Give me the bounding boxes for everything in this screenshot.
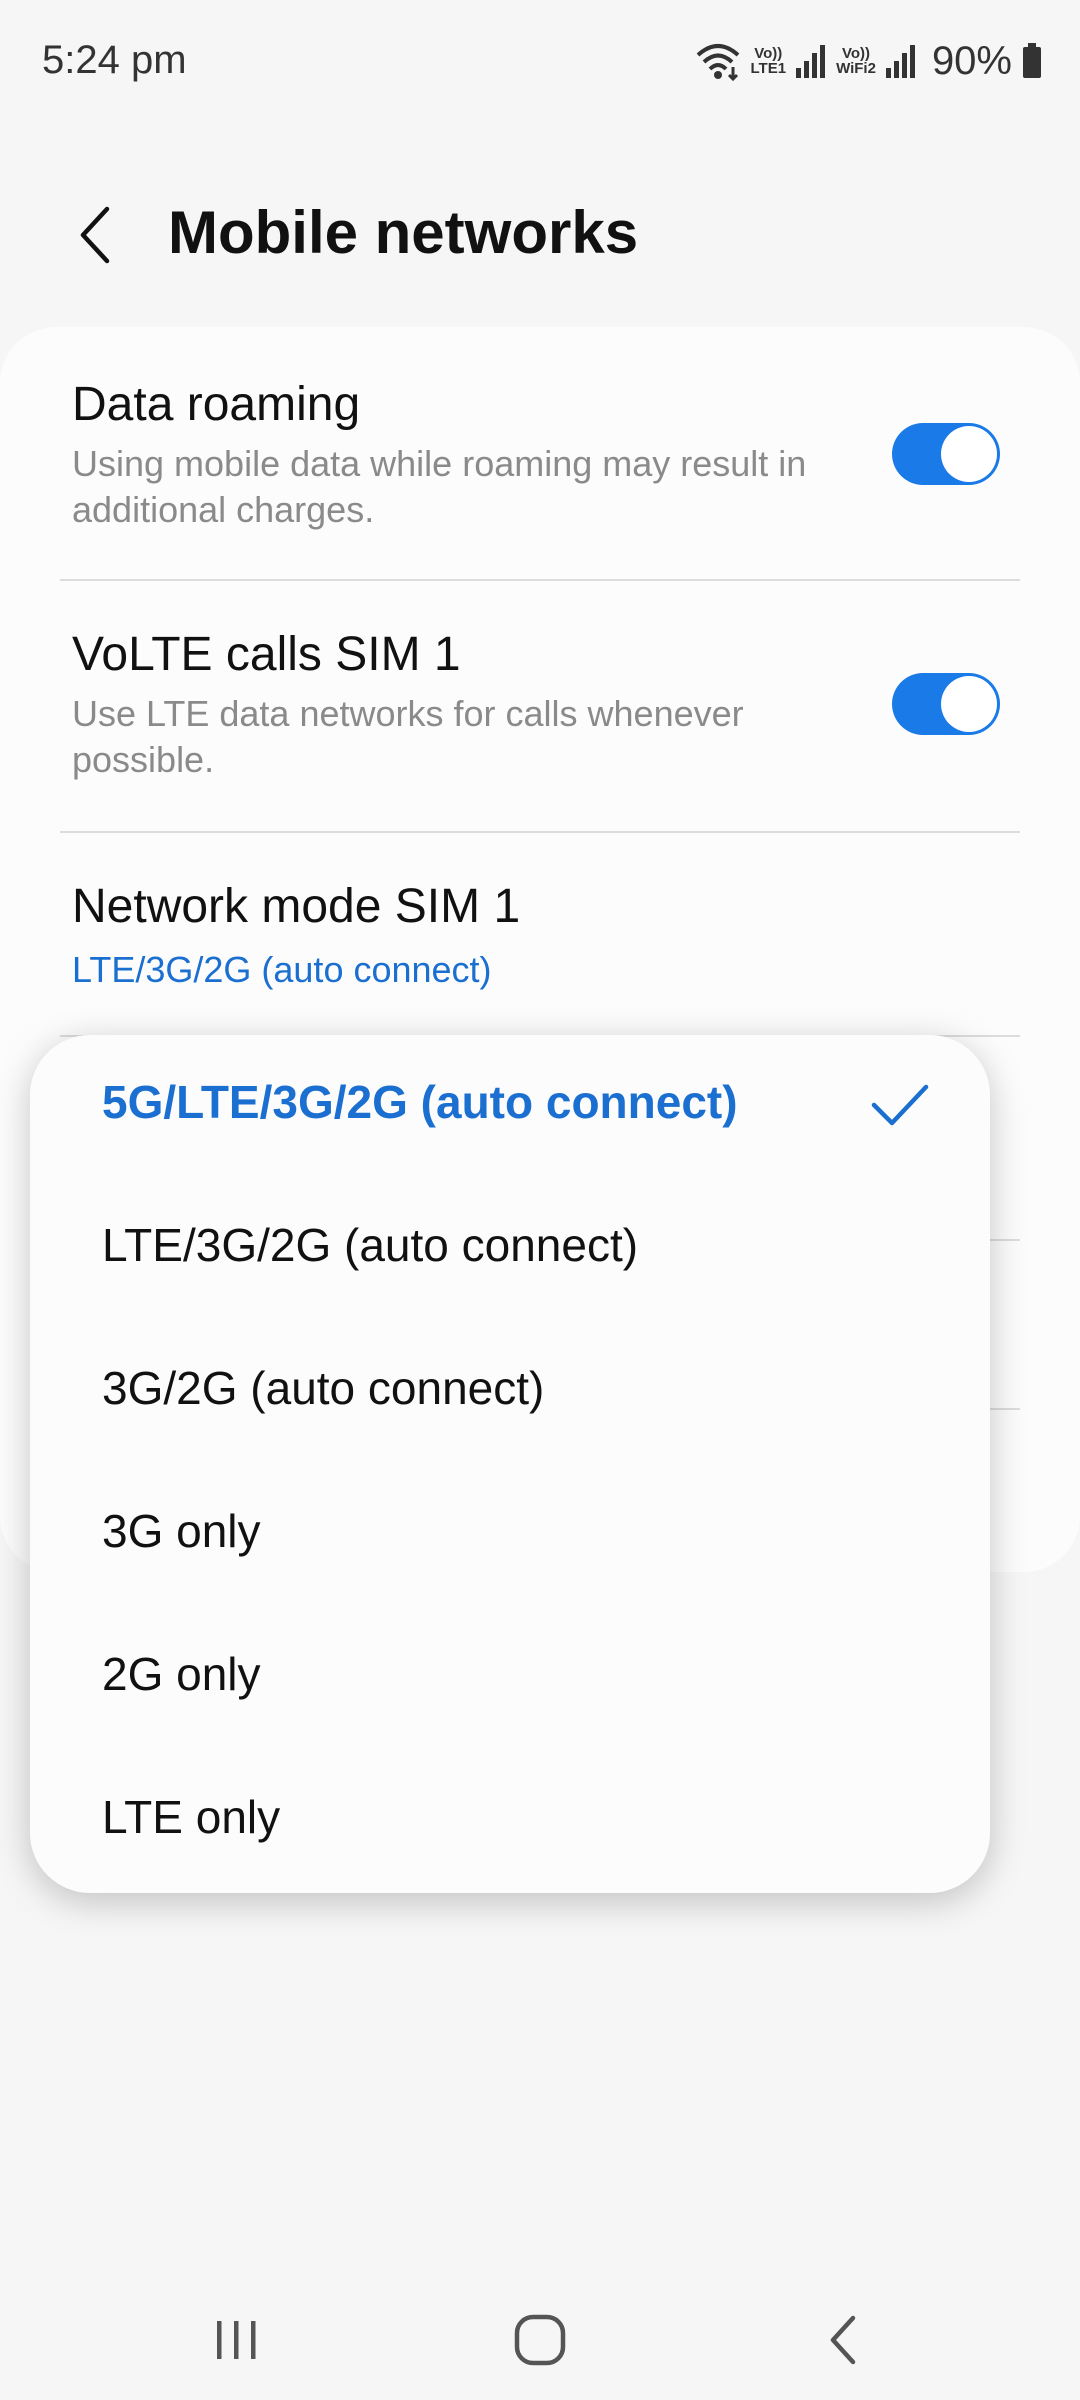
status-time: 5:24 pm — [42, 38, 187, 82]
battery-percentage: 90% — [931, 38, 1012, 83]
back-button[interactable] — [60, 200, 130, 270]
network-mode-dropdown: 5G/LTE/3G/2G (auto connect) LTE/3G/2G (a… — [30, 1035, 990, 1893]
volte2-top-label: Vo)) — [841, 45, 871, 62]
toggle-knob — [941, 676, 997, 732]
volte-sim1-description: Use LTE data networks for calls whenever… — [72, 693, 744, 780]
option-label: 3G only — [102, 1505, 261, 1557]
network-mode-option[interactable]: 3G/2G (auto connect) — [30, 1321, 990, 1464]
volte1-bottom-label: LTE1 — [750, 60, 787, 77]
data-roaming-row[interactable]: Data roaming Using mobile data while roa… — [0, 327, 1080, 579]
network-mode-option[interactable]: 3G only — [30, 1464, 990, 1607]
app-header: Mobile networks — [0, 180, 1080, 290]
page-title: Mobile networks — [168, 199, 639, 266]
network-mode-sim1-row[interactable]: Network mode SIM 1 LTE/3G/2G (auto conne… — [0, 833, 1080, 1033]
status-bar: 5:24 pm Vo)) LTE1 Vo)) WiFi2 90% — [0, 0, 1080, 130]
network-mode-option[interactable]: LTE/3G/2G (auto connect) — [30, 1178, 990, 1321]
volte1-top-label: Vo)) — [754, 45, 783, 62]
battery-icon — [1023, 43, 1041, 78]
data-roaming-title: Data roaming — [72, 378, 361, 431]
chevron-left-icon — [80, 206, 110, 264]
signal-sim1-icon — [796, 45, 826, 78]
status-icons: Vo)) LTE1 Vo)) WiFi2 90% — [695, 36, 1043, 86]
network-mode-sim1-value: LTE/3G/2G (auto connect) — [72, 949, 492, 990]
data-roaming-toggle[interactable] — [892, 423, 1000, 485]
check-icon — [871, 1084, 929, 1126]
nav-back-button[interactable] — [793, 2290, 893, 2390]
toggle-knob — [941, 426, 997, 482]
wifi-icon — [696, 44, 739, 81]
volte-sim1-title: VoLTE calls SIM 1 — [72, 628, 461, 681]
recent-apps-icon — [217, 2321, 256, 2359]
network-mode-option[interactable]: LTE only — [30, 1750, 990, 1893]
option-label: LTE/3G/2G (auto connect) — [102, 1219, 639, 1271]
volte2-bottom-label: WiFi2 — [836, 60, 876, 77]
home-button[interactable] — [490, 2290, 590, 2390]
volte-wifi2-icon: Vo)) WiFi2 — [836, 46, 876, 76]
option-label: LTE only — [102, 1791, 281, 1843]
data-roaming-description: Using mobile data while roaming may resu… — [72, 443, 807, 530]
volte-sim1-row[interactable]: VoLTE calls SIM 1 Use LTE data networks … — [0, 581, 1080, 831]
navigation-bar — [0, 2270, 1080, 2400]
volte-sim1-toggle[interactable] — [892, 673, 1000, 735]
network-mode-sim1-title: Network mode SIM 1 — [72, 880, 521, 933]
network-mode-option[interactable]: 2G only — [30, 1607, 990, 1750]
recent-apps-button[interactable] — [187, 2290, 287, 2390]
volte-lte1-icon: Vo)) LTE1 — [751, 46, 787, 76]
signal-sim2-icon — [885, 45, 915, 78]
home-icon — [514, 2314, 566, 2366]
option-label: 3G/2G (auto connect) — [102, 1362, 545, 1414]
screen: 5:24 pm Vo)) LTE1 Vo)) WiFi2 90% Mobile … — [0, 0, 1080, 2400]
option-label: 2G only — [102, 1648, 261, 1700]
option-label: 5G/LTE/3G/2G (auto connect) — [102, 1076, 738, 1128]
network-mode-option[interactable]: 5G/LTE/3G/2G (auto connect) — [30, 1035, 990, 1178]
back-arrow-icon — [830, 2315, 856, 2365]
